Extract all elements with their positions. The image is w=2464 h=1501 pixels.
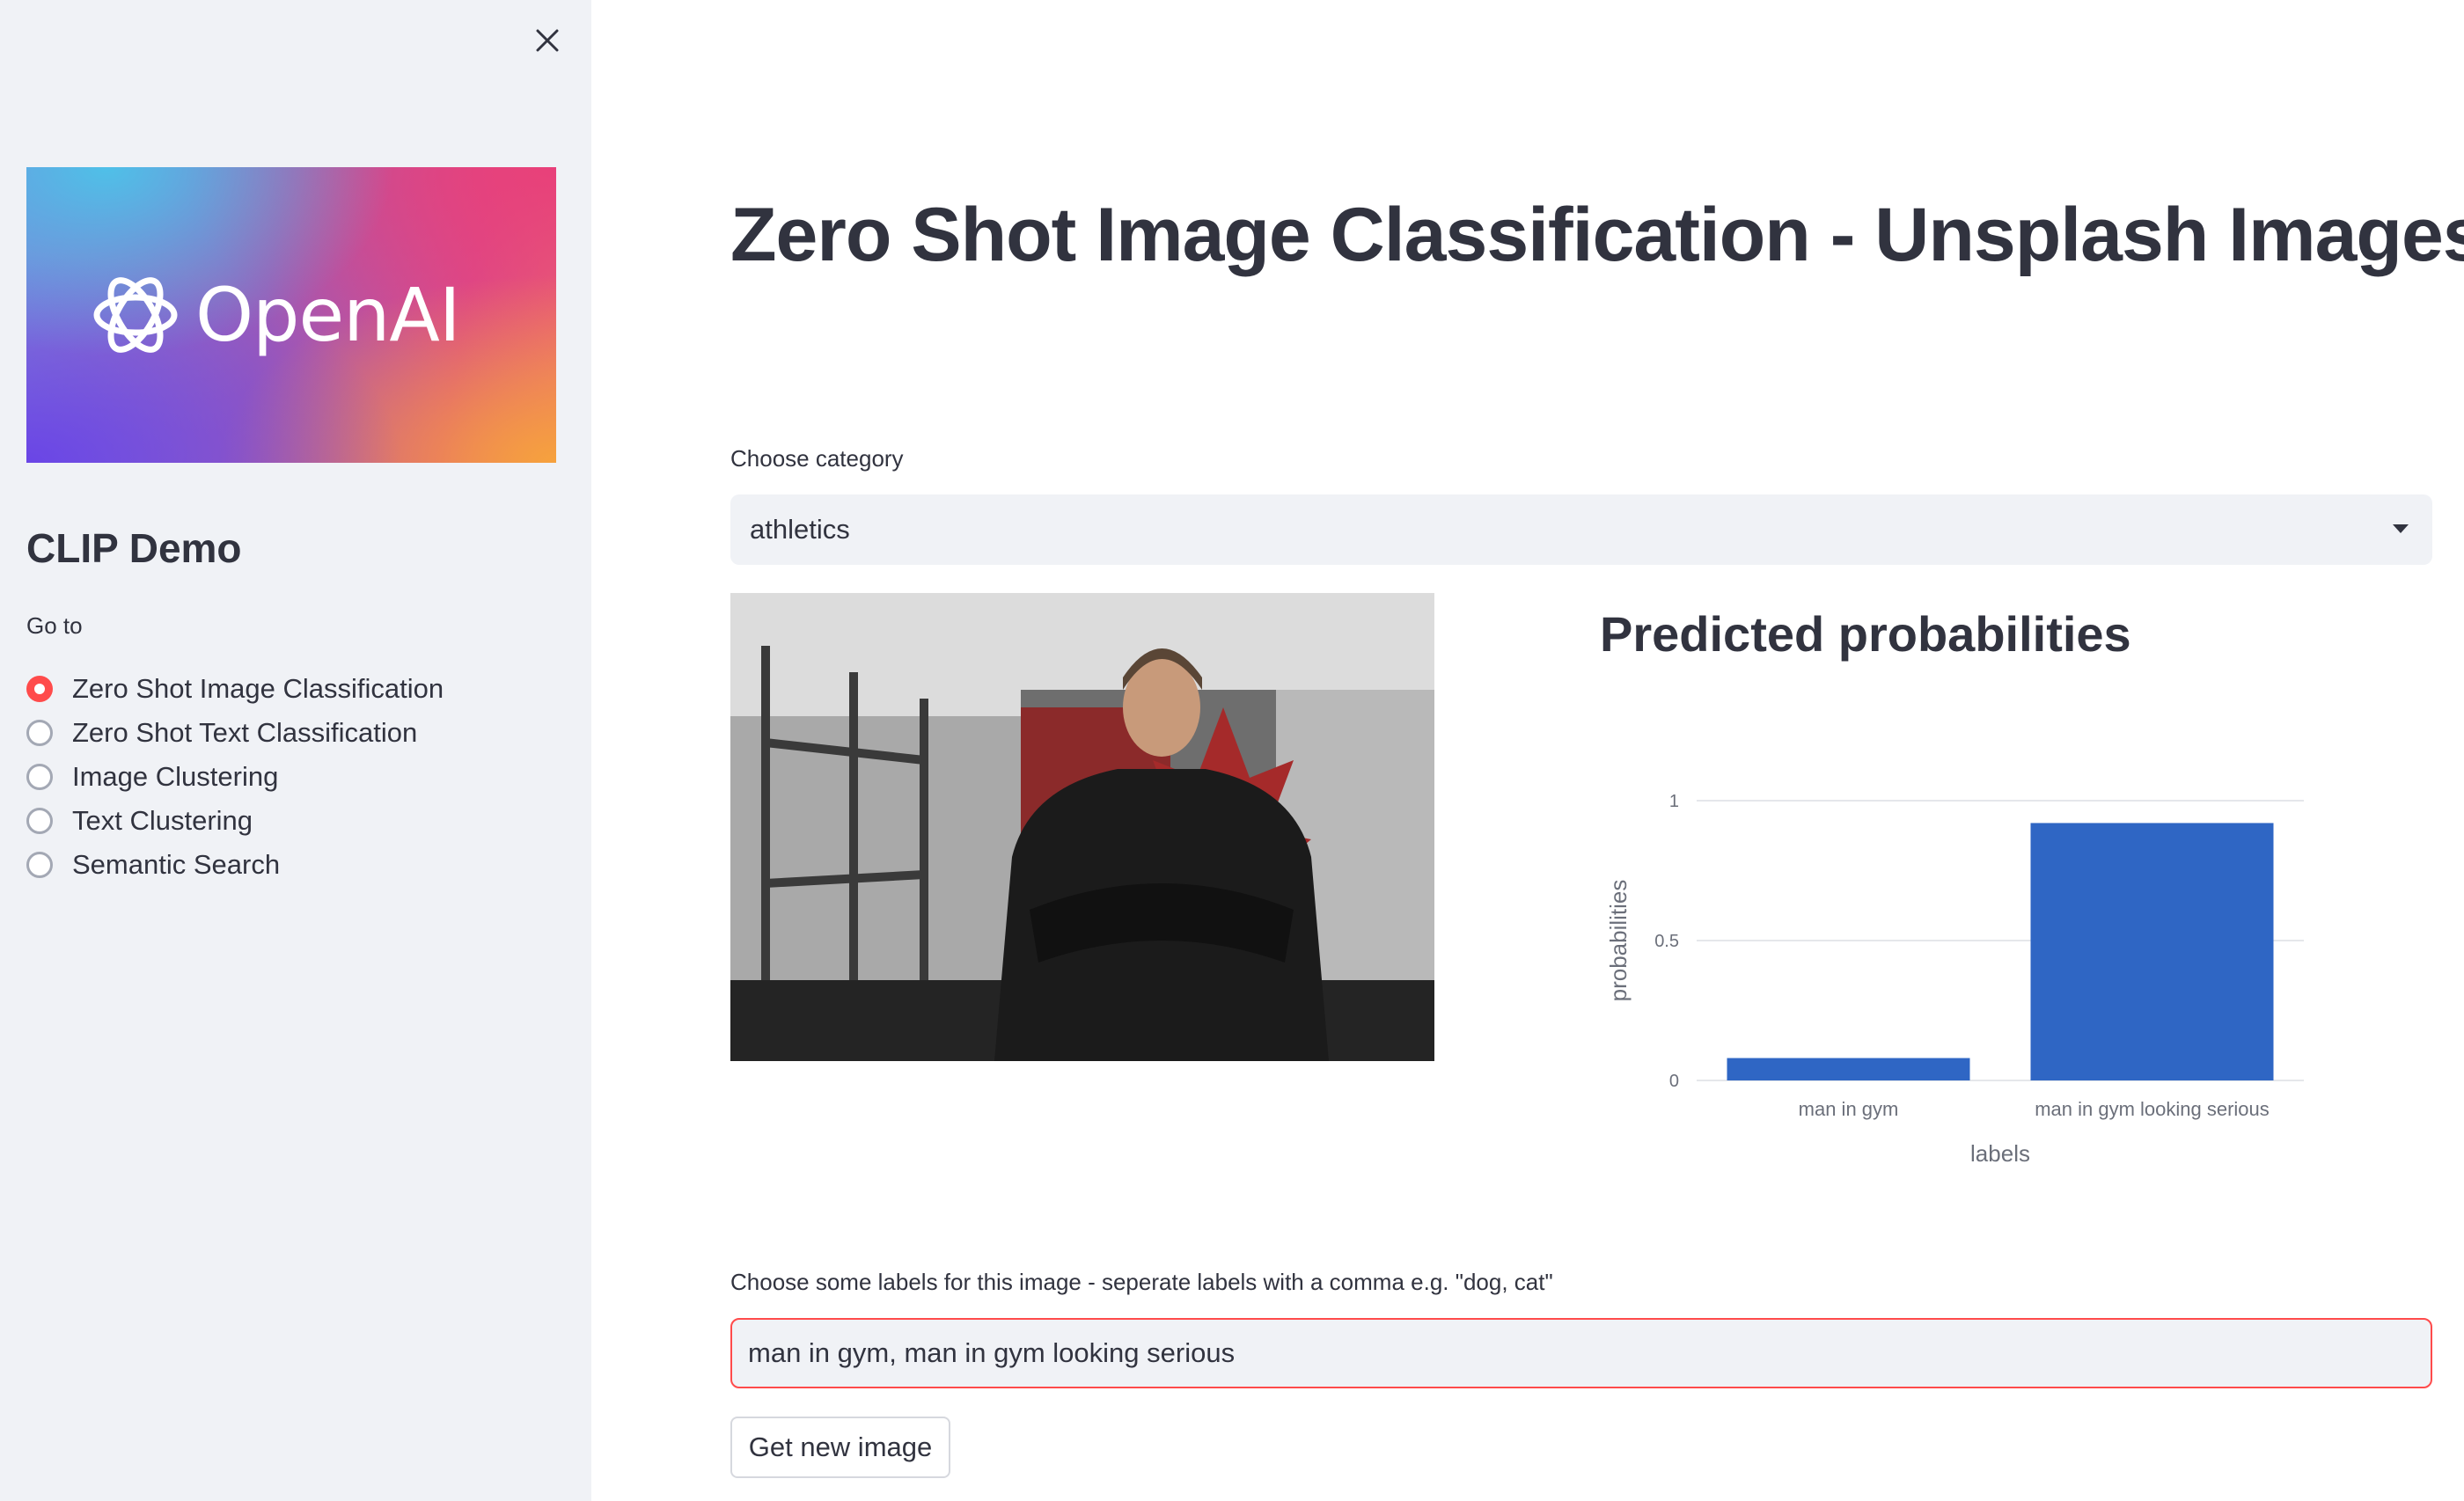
x-axis-title: labels (1970, 1140, 2030, 1167)
radio-unselected-icon (26, 852, 53, 878)
sidebar-title: CLIP Demo (26, 525, 242, 571)
radio-label: Text Clustering (72, 805, 253, 836)
sidebar: OpenAI CLIP Demo Go to Zero Shot Image C… (0, 0, 591, 1501)
probability-chart: 0 0.5 1 man in gym man in gym looking seriou… (1600, 757, 2321, 1179)
radio-unselected-icon (26, 808, 53, 834)
close-sidebar-button[interactable] (530, 23, 565, 58)
get-new-image-button[interactable]: Get new image (730, 1417, 950, 1478)
openai-logo-banner: OpenAI (26, 167, 556, 463)
category-label: Choose category (730, 445, 904, 472)
radio-label: Zero Shot Image Classification (72, 673, 444, 704)
goto-label: Go to (26, 612, 83, 639)
openai-logo-icon (93, 277, 178, 353)
labels-input-label: Choose some labels for this image - sepe… (730, 1269, 1553, 1295)
sample-image (730, 593, 1434, 1061)
category-select-value: athletics (750, 514, 850, 545)
bar (1727, 1058, 1970, 1080)
close-icon (536, 29, 559, 52)
radio-text-clustering[interactable]: Text Clustering (26, 799, 444, 843)
radio-selected-icon (26, 676, 53, 702)
y-axis-title: probabilities (1605, 880, 1632, 1002)
chevron-down-icon (2393, 524, 2409, 533)
category-select[interactable]: athletics (730, 494, 2432, 565)
chart-heading: Predicted probabilities (1600, 606, 2131, 662)
page-title: Zero Shot Image Classification - Unsplas… (730, 193, 2464, 277)
radio-unselected-icon (26, 764, 53, 790)
page-radio-group: Zero Shot Image Classification Zero Shot… (26, 667, 444, 887)
labels-input[interactable]: man in gym, man in gym looking serious (730, 1318, 2432, 1388)
get-new-image-label: Get new image (748, 1431, 933, 1462)
x-tick-label: man in gym (1799, 1098, 1899, 1120)
y-tick-label: 1 (1669, 792, 1679, 811)
x-tick-label: man in gym looking serious (2035, 1098, 2270, 1120)
radio-zero-shot-image-classification[interactable]: Zero Shot Image Classification (26, 667, 444, 711)
bar (2030, 823, 2274, 1080)
labels-input-value: man in gym, man in gym looking serious (748, 1337, 1236, 1368)
y-tick-label: 0 (1669, 1072, 1679, 1091)
radio-label: Zero Shot Text Classification (72, 717, 418, 748)
radio-zero-shot-text-classification[interactable]: Zero Shot Text Classification (26, 711, 444, 755)
y-tick-label: 0.5 (1654, 932, 1679, 951)
radio-semantic-search[interactable]: Semantic Search (26, 843, 444, 887)
radio-label: Semantic Search (72, 849, 281, 880)
radio-unselected-icon (26, 720, 53, 746)
logo-text: OpenAI (195, 272, 461, 358)
radio-image-clustering[interactable]: Image Clustering (26, 755, 444, 799)
radio-label: Image Clustering (72, 761, 279, 792)
